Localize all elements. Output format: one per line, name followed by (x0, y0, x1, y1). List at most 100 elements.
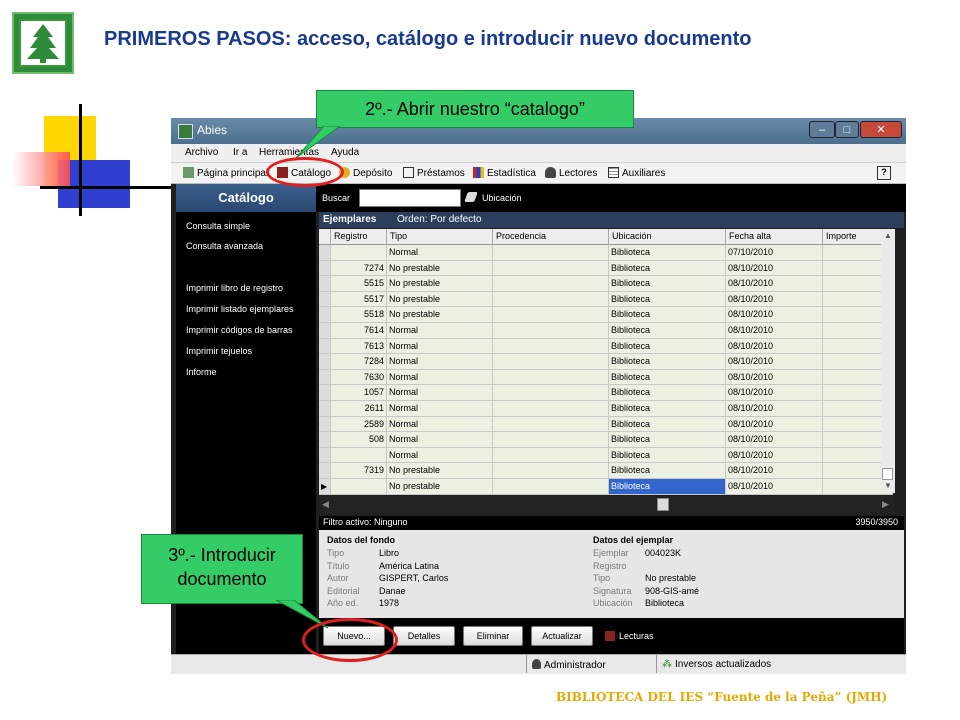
table-cell: 08/10/2010 (726, 479, 823, 495)
minimize-button[interactable]: – (809, 121, 835, 138)
table-row[interactable]: 508 Normal Biblioteca 08/10/2010 (319, 432, 893, 448)
side-item-consulta-avanzada[interactable]: Consulta avanzada (186, 241, 263, 251)
row-selector[interactable] (319, 401, 331, 417)
table-cell: Biblioteca (609, 291, 726, 308)
column-header-fecha-alta[interactable]: Fecha alta (726, 229, 823, 245)
row-selector[interactable]: ▶ (319, 479, 331, 495)
row-selector[interactable] (319, 354, 331, 370)
row-selector[interactable] (319, 323, 331, 339)
toolbar-estadistica[interactable]: Estadística (473, 167, 536, 179)
toolbar-pagina-principal[interactable]: Página principal (183, 167, 268, 179)
status-divider (656, 655, 657, 673)
row-selector[interactable] (319, 260, 331, 277)
table-cell: 08/10/2010 (726, 385, 823, 401)
toolbar-prestamos[interactable]: Préstamos (403, 167, 465, 179)
location-label: Ubicación (482, 193, 522, 203)
side-item-libro-registro[interactable]: Imprimir libro de registro (186, 283, 283, 293)
hscroll-thumb[interactable] (657, 498, 669, 511)
menu-archivo[interactable]: Archivo (185, 147, 218, 158)
table-row[interactable]: 7284 Normal Biblioteca 08/10/2010 (319, 354, 893, 370)
toolbar-deposito[interactable]: Depósito (339, 167, 392, 179)
search-input[interactable] (359, 189, 461, 207)
table-cell: Normal (387, 432, 493, 448)
table-row[interactable]: 7274 No prestable Biblioteca 08/10/2010 (319, 260, 893, 277)
fondo-field-label: Tipo (327, 548, 345, 558)
table-row[interactable]: Normal Biblioteca 07/10/2010 (319, 245, 893, 261)
detalles-button[interactable]: Detalles (393, 626, 455, 646)
table-cell: Normal (387, 323, 493, 339)
row-selector[interactable] (319, 369, 331, 386)
search-label: Buscar (322, 193, 351, 203)
lecturas-link[interactable]: Lecturas (619, 631, 654, 641)
toolbar-label: Préstamos (417, 168, 465, 179)
table-row[interactable]: 7613 Normal Biblioteca 08/10/2010 (319, 338, 893, 355)
record-count: 3950/3950 (855, 517, 898, 527)
eliminar-button[interactable]: Eliminar (463, 626, 523, 646)
scroll-up-icon[interactable]: ▲ (884, 231, 892, 240)
table-row[interactable]: 5518 No prestable Biblioteca 08/10/2010 (319, 307, 893, 323)
table-cell (493, 463, 609, 479)
current-row-icon: ▶ (321, 482, 328, 491)
table-row[interactable]: 7614 Normal Biblioteca 08/10/2010 (319, 323, 893, 339)
table-cell: No prestable (387, 463, 493, 479)
table-row[interactable]: Normal Biblioteca 08/10/2010 (319, 447, 893, 464)
side-item-consulta-simple[interactable]: Consulta simple (186, 221, 250, 231)
toolbar-lectores[interactable]: Lectores (545, 167, 597, 179)
toolbar-auxiliares[interactable]: Auxiliares (608, 167, 665, 179)
row-selector[interactable] (319, 416, 331, 433)
table-row[interactable]: 7319 No prestable Biblioteca 08/10/2010 (319, 463, 893, 479)
help-button[interactable]: ? (877, 166, 891, 180)
menu-ir-a[interactable]: Ir a (233, 147, 247, 158)
row-selector[interactable] (319, 276, 331, 292)
highlight-ring-catalogo (266, 157, 344, 187)
row-selector[interactable] (319, 307, 331, 323)
ejemplares-table: Registro Tipo Procedencia Ubicación Fech… (319, 229, 893, 495)
close-button[interactable]: ✕ (860, 121, 902, 138)
table-row[interactable]: 5515 No prestable Biblioteca 08/10/2010 (319, 276, 893, 292)
maximize-button[interactable]: □ (835, 121, 859, 138)
scroll-thumb[interactable] (882, 468, 893, 480)
table-cell: 08/10/2010 (726, 338, 823, 355)
scroll-right-icon[interactable]: ▶ (882, 499, 889, 510)
table-cell (493, 401, 609, 417)
column-header-procedencia[interactable]: Procedencia (493, 229, 609, 245)
side-item-codigos-barras[interactable]: Imprimir códigos de barras (186, 325, 293, 335)
table-cell: 7630 (331, 369, 387, 386)
toolbar-label: Estadística (487, 168, 536, 179)
status-inversos-label: Inversos actualizados (675, 659, 772, 670)
column-header-ubicacion[interactable]: Ubicación (609, 229, 726, 245)
table-row[interactable]: 7630 Normal Biblioteca 08/10/2010 (319, 369, 893, 386)
row-selector[interactable] (319, 447, 331, 464)
table-cell (493, 291, 609, 308)
table-row[interactable]: ▶ No prestable Biblioteca 08/10/2010 (319, 479, 893, 495)
row-selector[interactable] (319, 245, 331, 261)
table-row[interactable]: 5517 No prestable Biblioteca 08/10/2010 (319, 291, 893, 308)
column-header-tipo[interactable]: Tipo (387, 229, 493, 245)
table-vertical-scrollbar[interactable]: ▲ ▼ (881, 229, 895, 493)
side-item-tejuelos[interactable]: Imprimir tejuelos (186, 346, 252, 356)
side-item-informe[interactable]: Informe (186, 367, 217, 377)
fondo-field-label: Editorial (327, 585, 360, 596)
tree-icon (27, 24, 59, 63)
table-row[interactable]: 1057 Normal Biblioteca 08/10/2010 (319, 385, 893, 401)
row-selector[interactable] (319, 432, 331, 448)
table-cell: 08/10/2010 (726, 432, 823, 448)
scroll-down-icon[interactable]: ▼ (884, 481, 892, 490)
row-selector[interactable] (319, 291, 331, 308)
table-row[interactable]: 2611 Normal Biblioteca 08/10/2010 (319, 401, 893, 417)
side-item-listado-ejemplares[interactable]: Imprimir listado ejemplares (186, 304, 294, 314)
row-selector[interactable] (319, 338, 331, 355)
fondo-field-label: Título (327, 560, 350, 571)
table-horizontal-scrollbar[interactable]: ◀ ▶ (319, 496, 895, 514)
filter-bar: Filtro activo: Ninguno 3950/3950 (319, 516, 904, 530)
table-row[interactable]: 2589 Normal Biblioteca 08/10/2010 (319, 416, 893, 433)
row-selector[interactable] (319, 385, 331, 401)
scroll-left-icon[interactable]: ◀ (322, 499, 329, 510)
table-cell: No prestable (387, 276, 493, 292)
datos-ejemplar-title: Datos del ejemplar (593, 535, 674, 545)
network-icon: ⁂ (662, 659, 672, 670)
row-selector[interactable] (319, 463, 331, 479)
actualizar-button[interactable]: Actualizar (531, 626, 593, 646)
column-header-registro[interactable]: Registro (331, 229, 387, 245)
eraser-icon[interactable] (464, 192, 478, 202)
